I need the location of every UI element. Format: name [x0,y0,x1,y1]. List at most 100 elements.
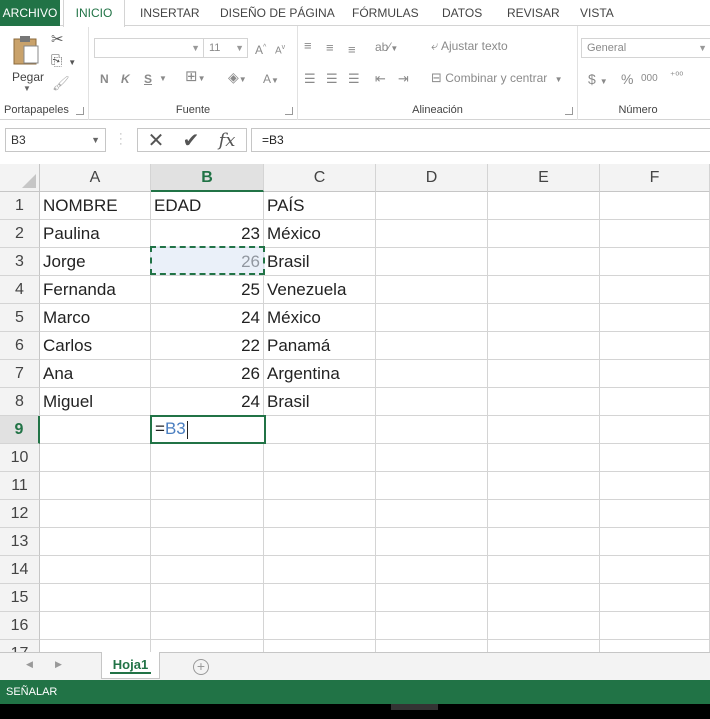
prev-sheet-icon[interactable]: ◀ [26,659,33,670]
cell-c3[interactable]: Brasil [264,248,376,276]
cell-c4[interactable]: Venezuela [264,276,376,304]
cell-d2[interactable] [376,220,488,248]
wrap-text-button[interactable]: ⤶ Ajustar texto [431,38,508,54]
underline-button[interactable]: S [144,71,152,87]
row-header-10[interactable]: 10 [0,444,40,472]
cell-a5[interactable]: Marco [40,304,151,332]
row-header-15[interactable]: 15 [0,584,40,612]
cell-b17[interactable] [151,640,264,652]
cell-f13[interactable] [600,528,710,556]
cell-b11[interactable] [151,472,264,500]
cell-f4[interactable] [600,276,710,304]
cell-e17[interactable] [488,640,600,652]
cell-f11[interactable] [600,472,710,500]
cell-f10[interactable] [600,444,710,472]
column-header-d[interactable]: D [376,164,488,192]
row-header-8[interactable]: 8 [0,388,40,416]
column-header-c[interactable]: C [264,164,376,192]
row-header-3[interactable]: 3 [0,248,40,276]
cell-f16[interactable] [600,612,710,640]
row-header-17[interactable]: 17 [0,640,40,652]
cell-a12[interactable] [40,500,151,528]
active-cell-b9[interactable]: =B3 [150,415,266,444]
orientation-icon[interactable]: ab⁄▼ [375,39,398,57]
cell-a14[interactable] [40,556,151,584]
cell-b4[interactable]: 25 [151,276,264,304]
cell-f12[interactable] [600,500,710,528]
cell-d9[interactable] [376,416,488,444]
cell-c10[interactable] [264,444,376,472]
cell-a6[interactable]: Carlos [40,332,151,360]
cell-e6[interactable] [488,332,600,360]
cell-c2[interactable]: México [264,220,376,248]
column-header-f[interactable]: F [600,164,710,192]
row-header-9[interactable]: 9 [0,416,40,444]
cell-a7[interactable]: Ana [40,360,151,388]
font-launcher[interactable] [285,107,293,115]
row-header-5[interactable]: 5 [0,304,40,332]
align-left-icon[interactable]: ☰ [304,71,316,87]
tab-diseno-pagina[interactable]: DISEÑO DE PÁGINA [216,0,339,26]
cell-e9[interactable] [488,416,600,444]
percent-button[interactable]: % [621,71,633,87]
cell-f17[interactable] [600,640,710,652]
cell-d4[interactable] [376,276,488,304]
cell-e4[interactable] [488,276,600,304]
row-header-12[interactable]: 12 [0,500,40,528]
cell-e1[interactable] [488,192,600,220]
cell-d1[interactable] [376,192,488,220]
currency-button[interactable]: $ ▼ [588,71,608,90]
cell-e13[interactable] [488,528,600,556]
cell-e14[interactable] [488,556,600,584]
cell-d6[interactable] [376,332,488,360]
cell-e16[interactable] [488,612,600,640]
cell-d12[interactable] [376,500,488,528]
cell-f3[interactable] [600,248,710,276]
font-name-combo[interactable]: ▼ [94,38,204,58]
cell-a15[interactable] [40,584,151,612]
cell-c1[interactable]: PAÍS [264,192,376,220]
align-bottom-icon[interactable]: ≡ [348,42,356,58]
cell-c14[interactable] [264,556,376,584]
check-icon[interactable]: ✔ [178,130,204,152]
cell-b14[interactable] [151,556,264,584]
tab-inicio[interactable]: INICIO [63,0,125,27]
cell-e12[interactable] [488,500,600,528]
cell-c15[interactable] [264,584,376,612]
tab-formulas[interactable]: FÓRMULAS [348,0,423,26]
sheet-tab-hoja1[interactable]: Hoja1 [101,652,160,679]
cell-c12[interactable] [264,500,376,528]
font-size-combo[interactable]: 11 ▼ [203,38,248,58]
cell-c17[interactable] [264,640,376,652]
alignment-launcher[interactable] [565,107,573,115]
align-middle-icon[interactable]: ≡ [326,40,334,56]
cell-b6[interactable]: 22 [151,332,264,360]
cell-c13[interactable] [264,528,376,556]
cell-f8[interactable] [600,388,710,416]
cell-a10[interactable] [40,444,151,472]
select-all-corner[interactable] [0,164,40,192]
cell-e7[interactable] [488,360,600,388]
cell-c11[interactable] [264,472,376,500]
row-header-4[interactable]: 4 [0,276,40,304]
cell-a4[interactable]: Fernanda [40,276,151,304]
cell-f6[interactable] [600,332,710,360]
add-sheet-button[interactable]: + [193,659,209,675]
cell-a9[interactable] [40,416,151,444]
increase-decimal-icon[interactable]: ⁺⁰⁰ [670,69,683,85]
cell-d14[interactable] [376,556,488,584]
cell-a11[interactable] [40,472,151,500]
formula-input[interactable]: =B3 [251,128,710,152]
cell-f15[interactable] [600,584,710,612]
merge-center-button[interactable]: ⊟ Combinar y centrar ▼ [431,70,563,86]
tab-vista[interactable]: VISTA [576,0,618,26]
row-header-14[interactable]: 14 [0,556,40,584]
row-header-13[interactable]: 13 [0,528,40,556]
row-header-11[interactable]: 11 [0,472,40,500]
column-header-a[interactable]: A [40,164,151,192]
align-right-icon[interactable]: ☰ [348,71,360,87]
cancel-icon[interactable]: ✕ [143,130,169,152]
font-color-icon[interactable]: A▼ [263,71,279,89]
cell-a2[interactable]: Paulina [40,220,151,248]
align-center-icon[interactable]: ☰ [326,71,338,87]
